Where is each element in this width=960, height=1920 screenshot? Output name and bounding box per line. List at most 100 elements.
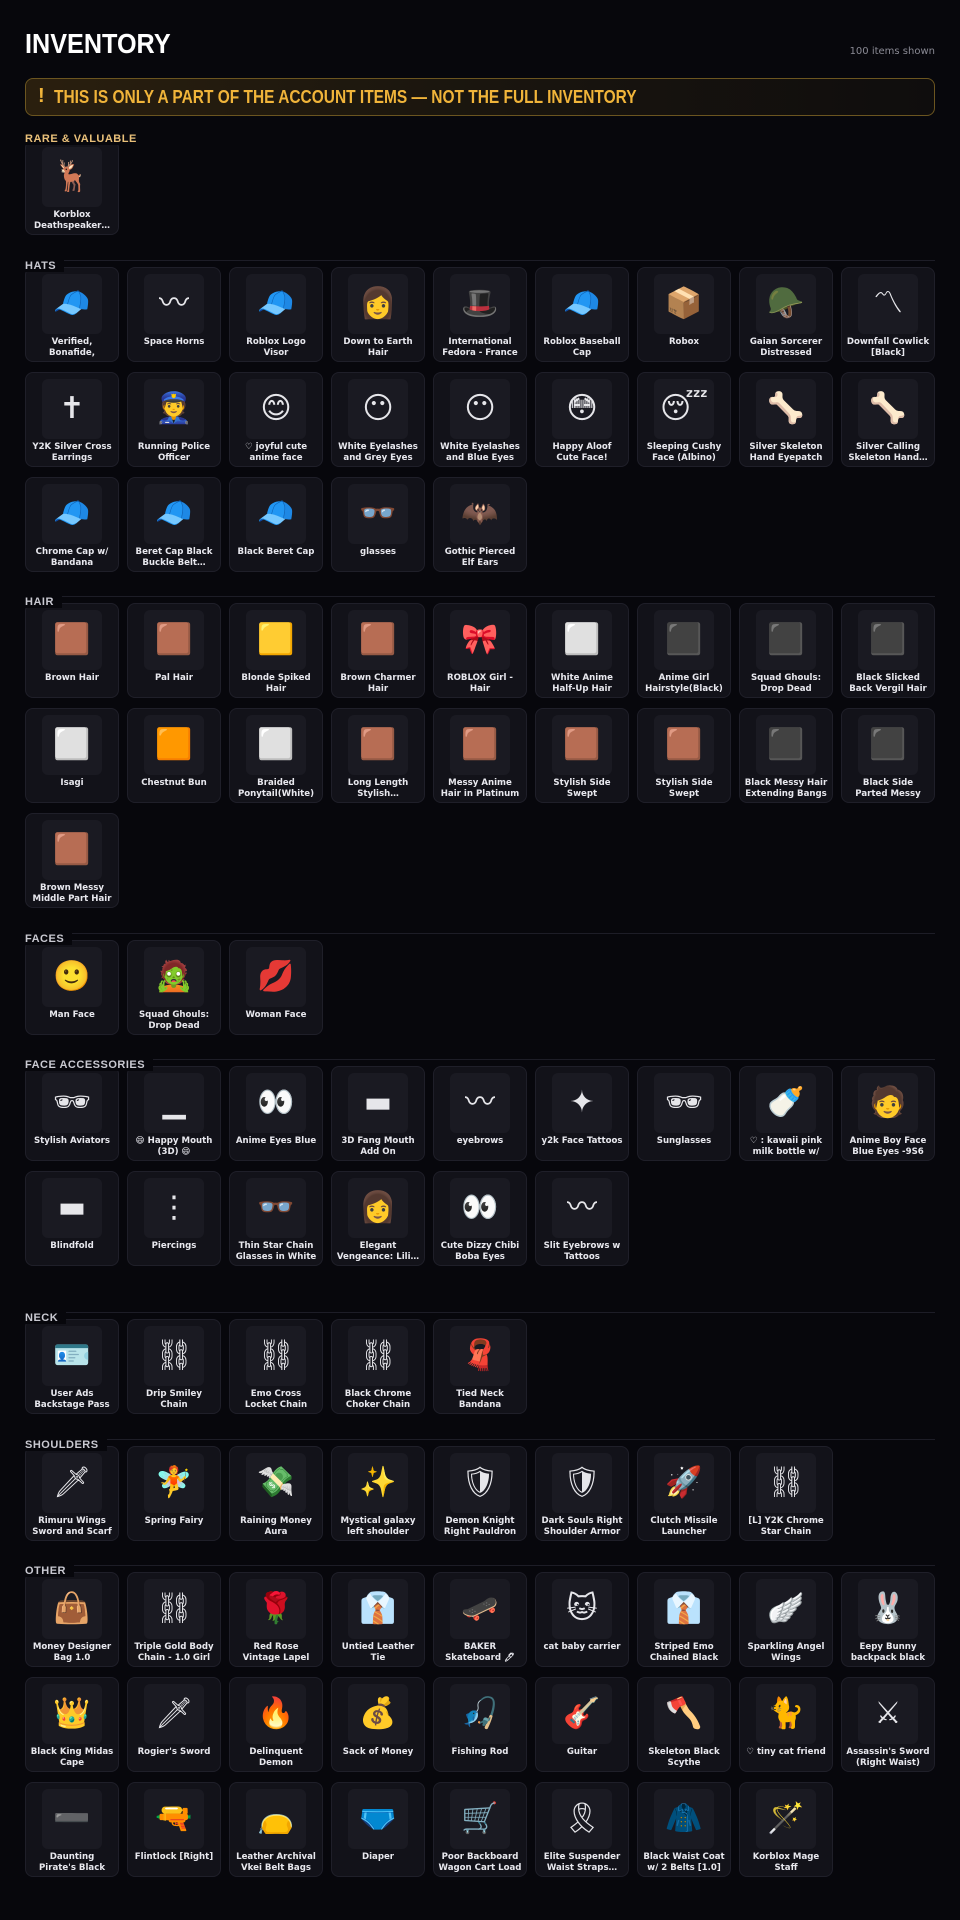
item-card[interactable]: 🧢 Roblox Logo Visor [229,267,323,362]
item-card[interactable]: 🧢 Verified, Bonafide, Plaidafied [25,267,119,362]
item-card[interactable]: 👓 Thin Star Chain Glasses in White [229,1171,323,1266]
item-card[interactable]: 🐱 cat baby carrier [535,1572,629,1667]
item-card[interactable]: 🧑 Anime Boy Face Blue Eyes -9S6 [841,1066,935,1161]
item-card[interactable]: 👝 Leather Archival Vkei Belt Bags 1.0 [229,1782,323,1877]
item-card[interactable]: 🪄 Korblox Mage Staff [739,1782,833,1877]
item-card[interactable]: 👔 Untied Leather Tie [331,1572,425,1667]
item-card[interactable]: 🟫 Stylish Side Swept Hair(Platinum… [535,708,629,803]
item-card[interactable]: 🛹 BAKER Skateboard 🖊 [433,1572,527,1667]
item-card[interactable]: 🧣 Tied Neck Bandana [433,1319,527,1414]
item-card[interactable]: ⋮ Piercings [127,1171,221,1266]
item-card[interactable]: ⬛ Anime Girl Hairstyle(Black) [637,603,731,698]
item-card[interactable]: 🎣 Fishing Rod [433,1677,527,1772]
item-card[interactable]: 🎩 International Fedora - France [433,267,527,362]
item-card[interactable]: ⛓ Triple Gold Body Chain - 1.0 Girl [127,1572,221,1667]
item-card[interactable]: 👀 Anime Eyes Blue [229,1066,323,1161]
item-card[interactable]: 🛡 Dark Souls Right Shoulder Armor [535,1446,629,1541]
item-card[interactable]: ⛓ Emo Cross Locket Chain Necklace… [229,1319,323,1414]
item-card[interactable]: ⚔ Assassin's Sword (Right Waist) [841,1677,935,1772]
item-card[interactable]: ⛓ [L] Y2K Chrome Star Chain [739,1446,833,1541]
item-card[interactable]: 🗡 Rogier's Sword [127,1677,221,1772]
item-card[interactable]: 🟫 Brown Messy Middle Part Hair [25,813,119,908]
item-card[interactable]: 🦴 Silver Calling Skeleton Hand… [841,372,935,467]
item-card[interactable]: 👓 glasses [331,477,425,572]
item-card[interactable]: 🧚 Spring Fairy [127,1446,221,1541]
item-card[interactable]: 😶 White Eyelashes and Blue Eyes [433,372,527,467]
item-card[interactable]: 〽 Downfall Cowlick [Black] [841,267,935,362]
item-card[interactable]: 🐰 Eepy Bunny backpack black [841,1572,935,1667]
item-card[interactable]: 👜 Money Designer Bag 1.0 [25,1572,119,1667]
item-card[interactable]: ⛓ Drip Smiley Chain [127,1319,221,1414]
item-card[interactable]: 🪓 Skeleton Black Scythe [637,1677,731,1772]
item-card[interactable]: 🟫 Messy Anime Hair in Platinum Blonde [433,708,527,803]
item-card[interactable]: ✦ y2k Face Tattoos [535,1066,629,1161]
item-card[interactable]: 🧥 Black Waist Coat w/ 2 Belts [1.0] [637,1782,731,1877]
item-card[interactable]: 😴 Sleeping Cushy Face (Albino) [637,372,731,467]
item-card[interactable]: 👩 Elegant Vengeance: Lili… [331,1171,425,1266]
item-card[interactable]: 🪪 User Ads Backstage Pass [25,1319,119,1414]
item-card[interactable]: 💋 Woman Face [229,940,323,1035]
item-card[interactable]: 🚀 Clutch Missile Launcher [637,1446,731,1541]
item-card[interactable]: ⬛ Black Messy Hair Extending Bangs [739,708,833,803]
item-card[interactable]: 😳 Happy Aloof Cute Face! [535,372,629,467]
item-card[interactable]: 👩 Down to Earth Hair [331,267,425,362]
item-card[interactable]: 🟫 Stylish Side Swept Hair(Brown) [637,708,731,803]
item-card[interactable]: 👮 Running Police Officer [127,372,221,467]
item-card[interactable]: ⬜ White Anime Half-Up Hair [535,603,629,698]
item-card[interactable]: 😶 White Eyelashes and Grey Eyes [331,372,425,467]
item-card[interactable]: 🕶 Stylish Aviators [25,1066,119,1161]
item-card[interactable]: 🪽 Sparkling Angel Wings [739,1572,833,1667]
item-card[interactable]: 🟫 Pal Hair [127,603,221,698]
item-card[interactable]: 🍼 ♡ : kawaii pink milk bottle w/ bow [739,1066,833,1161]
item-card[interactable]: 〰 eyebrows [433,1066,527,1161]
item-card[interactable]: ⬛ Black Side Parted Messy Hair [841,708,935,803]
item-card[interactable]: ⛓ Black Chrome Choker Chain [331,1319,425,1414]
item-card[interactable]: 💰 Sack of Money [331,1677,425,1772]
item-card[interactable]: 🔫 Flintlock [Right] [127,1782,221,1877]
item-card[interactable]: ✝ Y2K Silver Cross Earrings [25,372,119,467]
item-card[interactable]: 😊 ♡ joyful cute anime face [229,372,323,467]
item-card[interactable]: 🧟 Squad Ghouls: Drop Dead Tedd… [127,940,221,1035]
item-card[interactable]: 📦 Robox [637,267,731,362]
item-card[interactable]: 🧢 Black Beret Cap [229,477,323,572]
item-card[interactable]: 👀 Cute Dizzy Chibi Boba Eyes [433,1171,527,1266]
item-card[interactable]: 🌹 Red Rose Vintage Lapel Pin With… [229,1572,323,1667]
item-card[interactable]: 🙂 Man Face [25,940,119,1035]
item-card[interactable]: 🕶 Sunglasses [637,1066,731,1161]
item-card[interactable]: 🛡 Demon Knight Right Pauldron [433,1446,527,1541]
item-card[interactable]: 〰 Slit Eyebrows w Tattoos [535,1171,629,1266]
item-card[interactable]: 💸 Raining Money Aura [229,1446,323,1541]
item-card[interactable]: ▬ 3D Fang Mouth Add On [331,1066,425,1161]
item-card[interactable]: 🪖 Gaian Sorcerer Distressed Rune… [739,267,833,362]
item-card[interactable]: 👔 Striped Emo Chained Black Ti… [637,1572,731,1667]
item-card[interactable]: 🟧 Chestnut Bun [127,708,221,803]
item-card[interactable]: 🧢 Chrome Cap w/ Bandana [25,477,119,572]
item-card[interactable]: 🗡 Rimuru Wings Sword and Scarf [25,1446,119,1541]
item-card[interactable]: 🐈 ♡ tiny cat friend [739,1677,833,1772]
item-card[interactable]: 🛒 Poor Backboard Wagon Cart Load [433,1782,527,1877]
item-card[interactable]: 🦌 Korblox Deathspeaker… [25,140,119,235]
item-card[interactable]: ▁ 😄 Happy Mouth (3D) 😄 [127,1066,221,1161]
item-card[interactable]: ⬜ Isagi [25,708,119,803]
item-card[interactable]: 🧢 Roblox Baseball Cap [535,267,629,362]
item-card[interactable]: 🟫 Long Length Stylish… [331,708,425,803]
item-card[interactable]: 🦴 Silver Skeleton Hand Eyepatch [739,372,833,467]
item-card[interactable]: 🎗 Elite Suspender Waist Straps… [535,1782,629,1877]
item-card[interactable]: ⬛ Squad Ghouls: Drop Dead Tedd… [739,603,833,698]
item-card[interactable]: ➖ Daunting Pirate's Black Belt - Gold [25,1782,119,1877]
item-card[interactable]: 🔥 Delinquent Demon [229,1677,323,1772]
item-card[interactable]: ⬛ Black Slicked Back Vergil Hair [841,603,935,698]
item-card[interactable]: ✨ Mystical galaxy left shoulder [331,1446,425,1541]
item-card[interactable]: 🩲 Diaper [331,1782,425,1877]
item-card[interactable]: 〰 Space Horns [127,267,221,362]
item-card[interactable]: 🟫 Brown Charmer Hair [331,603,425,698]
item-card[interactable]: 🟫 Brown Hair [25,603,119,698]
item-card[interactable]: 🟨 Blonde Spiked Hair [229,603,323,698]
item-card[interactable]: ⬜ Braided Ponytail(White) [229,708,323,803]
item-card[interactable]: 👑 Black King Midas Cape [25,1677,119,1772]
item-card[interactable]: 🎸 Guitar [535,1677,629,1772]
item-card[interactable]: 🦇 Gothic Pierced Elf Ears [433,477,527,572]
item-card[interactable]: 🧢 Beret Cap Black Buckle Belt… [127,477,221,572]
item-card[interactable]: 🎀 ROBLOX Girl - Hair [433,603,527,698]
item-card[interactable]: ▬ Blindfold [25,1171,119,1266]
